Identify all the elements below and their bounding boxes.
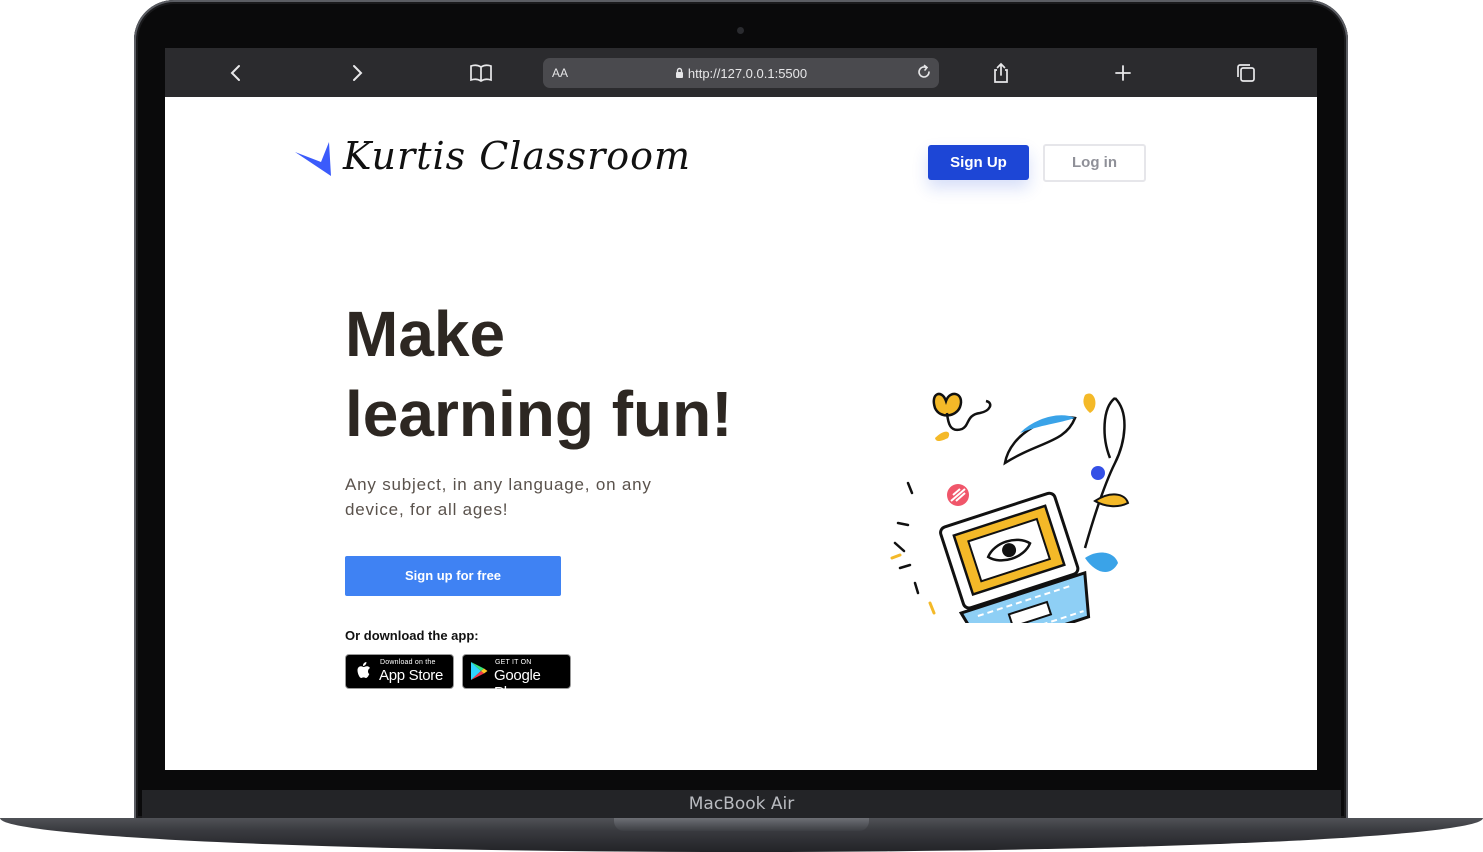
laptop-illustration — [890, 392, 1130, 623]
lock-icon — [675, 67, 683, 78]
google-play-small: GET IT ON — [495, 659, 532, 666]
forward-icon — [353, 65, 363, 81]
tabs-button[interactable] — [1232, 59, 1260, 87]
google-play-badge[interactable]: GET IT ON Google Play — [462, 654, 571, 701]
reload-icon[interactable] — [915, 63, 933, 81]
hero-title-line1: Make — [345, 298, 506, 370]
hero-subtitle: Any subject, in any language, on any dev… — [345, 475, 652, 519]
camera-icon — [737, 27, 744, 34]
app-store-badge[interactable]: Download on the App Store — [345, 654, 454, 689]
back-button[interactable] — [222, 59, 250, 87]
bookmarks-button[interactable] — [467, 59, 495, 87]
share-button[interactable] — [987, 59, 1015, 87]
back-icon — [230, 65, 240, 81]
apple-icon — [357, 662, 370, 678]
flower-icon — [932, 392, 992, 432]
sign-up-button[interactable]: Sign Up — [928, 145, 1029, 180]
url-text: http://127.0.0.1:5500 — [687, 66, 808, 81]
hero-title: Make learning fun! — [345, 294, 733, 454]
bookmarks-icon — [470, 64, 492, 83]
laptop-notch — [614, 818, 869, 831]
address-bar[interactable]: AA http://127.0.0.1:5500 — [543, 58, 939, 88]
hero-title-line2: learning fun! — [345, 378, 733, 450]
logo-text[interactable]: Kurtis Classroom — [343, 134, 691, 178]
share-icon — [994, 62, 1008, 83]
google-play-icon — [471, 662, 488, 680]
app-store-small: Download on the — [380, 659, 436, 666]
new-tab-icon — [1115, 65, 1131, 81]
tabs-icon — [1237, 64, 1255, 82]
logo-icon — [295, 142, 331, 176]
new-tab-button[interactable] — [1109, 59, 1137, 87]
download-label: Or download the app: — [345, 628, 479, 643]
device-label: MacBook Air — [688, 794, 795, 814]
sign-up-free-button[interactable]: Sign up for free — [345, 556, 561, 596]
url-display: http://127.0.0.1:5500 — [543, 66, 939, 81]
browser-screen: AA http://127.0.0.1:5500 Kurtis Classroo… — [165, 48, 1317, 770]
app-store-big: App Store — [379, 667, 444, 684]
log-in-button[interactable]: Log in — [1043, 144, 1146, 182]
forward-button[interactable] — [343, 59, 371, 87]
browser-toolbar: AA http://127.0.0.1:5500 — [165, 48, 1317, 97]
google-play-big: Google Play — [494, 667, 541, 701]
